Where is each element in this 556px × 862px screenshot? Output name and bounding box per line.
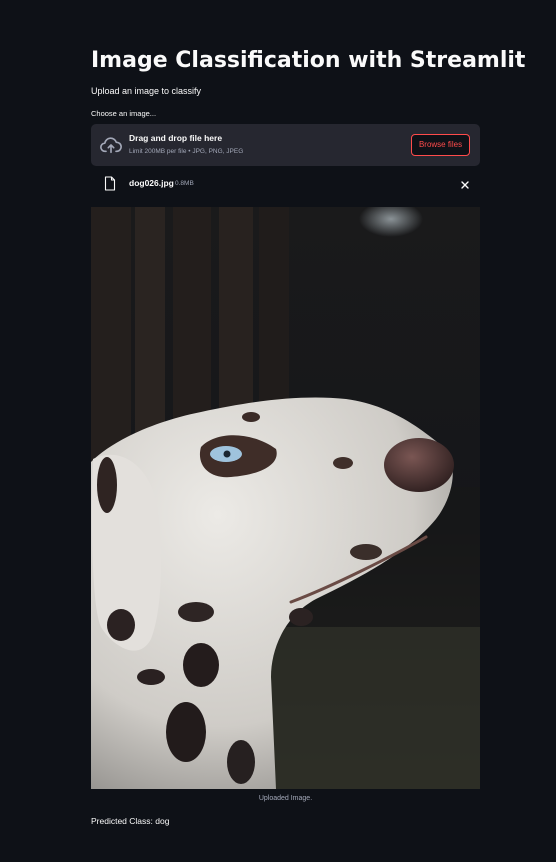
uploader-label: Choose an image... xyxy=(91,109,157,118)
page-subtitle: Upload an image to classify xyxy=(91,86,202,96)
cloud-upload-icon xyxy=(100,135,122,155)
browse-files-button[interactable]: Browse files xyxy=(411,134,470,156)
file-size: 0.8MB xyxy=(175,180,194,187)
page-title: Image Classification with Streamlit xyxy=(91,48,526,73)
file-dropzone[interactable]: Drag and drop file here Limit 200MB per … xyxy=(91,124,480,166)
file-name: dog026.jpg xyxy=(129,178,174,188)
dropzone-limit-text: Limit 200MB per file • JPG, PNG, JPEG xyxy=(129,148,244,155)
dropzone-title: Drag and drop file here xyxy=(129,133,223,143)
image-caption: Uploaded Image. xyxy=(258,795,313,802)
uploaded-file-row: dog026.jpg 0.8MB xyxy=(91,173,480,195)
prediction-result: Predicted Class: dog xyxy=(91,816,170,826)
file-icon xyxy=(104,176,116,191)
close-icon[interactable] xyxy=(459,178,471,190)
uploaded-image xyxy=(91,207,480,789)
